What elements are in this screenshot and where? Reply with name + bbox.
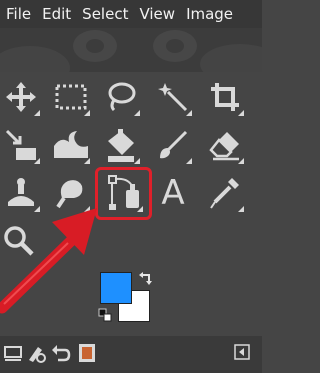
images-icon[interactable] [76,342,98,364]
lasso-icon [108,82,136,112]
tool-group-indicator [186,158,192,164]
tool-group-indicator [134,110,140,116]
device-status-icon[interactable] [2,342,24,364]
tool-group-indicator [34,158,40,164]
clone-tool[interactable] [0,170,44,216]
paintbrush-icon [160,130,188,159]
menu-bar: File Edit Select View Image [0,0,262,28]
free-select-tool[interactable] [98,74,144,120]
warp-icon [54,131,88,158]
bucket-fill-tool[interactable] [98,122,144,168]
menu-image[interactable]: Image [180,0,238,28]
tool-group-indicator [84,158,90,164]
move-tool[interactable] [0,74,44,120]
magic-wand-icon [158,83,188,112]
tool-group-indicator [84,110,90,116]
tool-group-indicator [238,206,244,212]
tool-group-indicator [84,206,90,212]
toolbox-header [0,28,262,72]
wilber-logo [0,30,262,72]
fuzzy-select-tool[interactable] [150,74,196,120]
foreground-color-swatch[interactable] [100,272,132,304]
magnifier-icon [4,226,34,256]
zoom-tool[interactable] [0,218,42,264]
bucket-fill-icon [108,129,134,162]
dock-bottom-bar [0,336,262,373]
eraser-tool[interactable] [202,122,248,168]
swap-colors-icon[interactable] [138,270,154,286]
text-icon: A [161,173,185,213]
menu-select[interactable]: Select [76,0,133,28]
tool-group-indicator [34,206,40,212]
text-tool[interactable]: A [150,170,196,216]
menu-edit[interactable]: Edit [36,0,76,28]
default-colors-icon[interactable] [98,308,112,322]
clone-stamp-icon [8,178,34,206]
unified-transform-tool[interactable] [0,122,44,168]
undo-history-icon[interactable] [50,342,72,364]
rectangle-select-icon [55,84,87,110]
tool-group-indicator [238,110,244,116]
color-area [96,268,158,326]
menu-view[interactable]: View [133,0,180,28]
tool-group-indicator [134,158,140,164]
tool-options-icon[interactable] [26,342,48,364]
crop-icon [211,83,239,111]
panel-menu-icon[interactable] [234,344,250,360]
eraser-icon [209,132,239,161]
eyedropper-icon [210,178,239,209]
menu-file[interactable]: File [0,0,36,28]
tool-group-indicator [186,110,192,116]
warp-transform-tool[interactable] [48,122,94,168]
rectangle-select-tool[interactable] [48,74,94,120]
tool-group-indicator [34,110,40,116]
highlight-annotation [95,167,152,220]
crop-tool[interactable] [202,74,248,120]
tool-group-indicator [238,158,244,164]
color-picker-tool[interactable] [202,170,248,216]
smudge-icon [56,180,83,209]
smudge-tool[interactable] [48,170,94,216]
paintbrush-tool[interactable] [150,122,196,168]
